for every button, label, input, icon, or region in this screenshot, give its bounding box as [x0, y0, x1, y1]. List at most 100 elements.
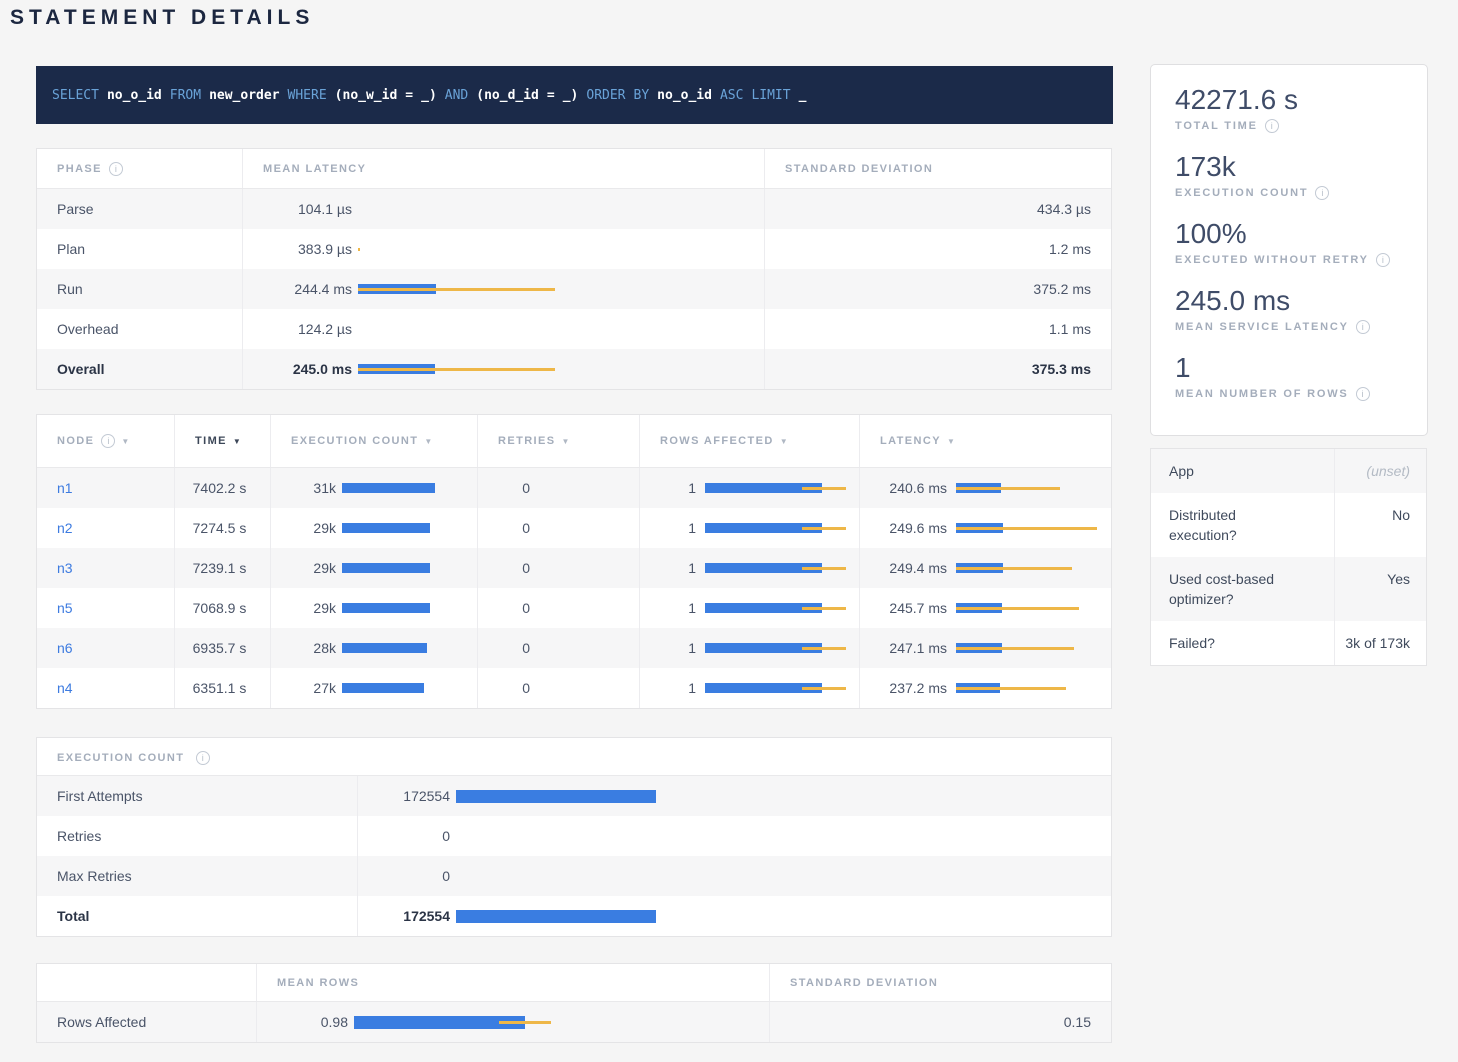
stddev-bar: [358, 368, 555, 371]
mean-latency-value: 383.9 µs: [263, 241, 352, 257]
bar-chart: [705, 643, 845, 653]
execution-count-label: First Attempts: [37, 776, 357, 816]
info-icon[interactable]: i: [1376, 253, 1390, 267]
info-icon[interactable]: i: [196, 751, 210, 765]
exec-count-value: 27k: [275, 680, 336, 696]
node-link[interactable]: n3: [57, 560, 73, 576]
info-icon[interactable]: i: [101, 434, 115, 448]
sort-arrow-icon[interactable]: ▼: [561, 437, 569, 446]
phase-stddev-value: 375.2 ms: [764, 269, 1111, 309]
summary-card: 42271.6 sTOTAL TIMEi173kEXECUTION COUNTi…: [1150, 64, 1428, 436]
phase-mean-latency-cell: 104.1 µs: [242, 189, 764, 229]
info-icon[interactable]: i: [1315, 186, 1329, 200]
execution-count-value-cell: 0: [357, 816, 1111, 856]
node-exec-count-cell: 28k: [270, 628, 477, 668]
rows-affected-value: 1: [640, 520, 696, 536]
stddev-bar: [956, 487, 1060, 490]
standard-deviation-column-header: STANDARD DEVIATION: [769, 964, 1111, 1001]
summary-value: 173k: [1175, 152, 1427, 182]
summary-value: 245.0 ms: [1175, 286, 1427, 316]
exec-count-value: 29k: [275, 600, 336, 616]
stddev-bar: [499, 1021, 551, 1024]
bar-chart: [456, 790, 1097, 803]
info-icon[interactable]: i: [1265, 119, 1279, 133]
mean-latency-column-header: MEAN LATENCY: [242, 149, 764, 188]
sort-arrow-icon[interactable]: ▼: [121, 437, 129, 446]
phase-row: Plan 383.9 µs 1.2 ms: [37, 229, 1111, 269]
latency-value: 249.4 ms: [860, 560, 947, 576]
node-row: n27274.5 s29k01249.6 ms: [37, 508, 1111, 548]
mean-bar: [342, 523, 430, 533]
phase-stddev-value: 1.2 ms: [764, 229, 1111, 269]
node-link[interactable]: n4: [57, 680, 73, 696]
info-icon[interactable]: i: [1356, 320, 1370, 334]
bar-chart: [705, 603, 845, 613]
sort-arrow-icon[interactable]: ▼: [424, 437, 432, 446]
node-link[interactable]: n6: [57, 640, 73, 656]
summary-label: MEAN SERVICE LATENCYi: [1175, 320, 1427, 334]
node-exec-count-cell: 29k: [270, 588, 477, 628]
node-latency-cell: 249.6 ms: [859, 508, 1111, 548]
node-column-header[interactable]: NODE i ▼: [37, 415, 174, 467]
phase-mean-latency-cell: 124.2 µs: [242, 309, 764, 349]
sql-token: SELECT: [52, 88, 99, 103]
latency-column-header[interactable]: LATENCY ▼: [859, 415, 1111, 467]
phase-table-header: PHASE i MEAN LATENCY STANDARD DEVIATION: [37, 149, 1111, 189]
bar-chart: [342, 563, 463, 573]
bar-chart: [358, 324, 750, 334]
node-link[interactable]: n5: [57, 600, 73, 616]
node-rows-affected-cell: 1: [639, 468, 859, 508]
execution-count-label: Max Retries: [37, 856, 357, 896]
bar-chart: [956, 603, 1097, 613]
mean-latency-value: 245.0 ms: [263, 361, 352, 377]
time-column-header[interactable]: TIME ▼: [174, 415, 270, 467]
rows-affected-table: MEAN ROWS STANDARD DEVIATION Rows Affect…: [36, 963, 1112, 1043]
sort-arrow-icon[interactable]: ▼: [233, 437, 241, 446]
node-retries-value: 0: [477, 668, 639, 708]
node-retries-value: 0: [477, 548, 639, 588]
mean-latency-value: 104.1 µs: [263, 201, 352, 217]
attribute-label: App: [1151, 449, 1291, 493]
stddev-bar: [802, 487, 846, 490]
node-link[interactable]: n1: [57, 480, 73, 496]
phase-mean-latency-cell: 245.0 ms: [242, 349, 764, 389]
retries-column-header[interactable]: RETRIES ▼: [477, 415, 639, 467]
latency-value: 237.2 ms: [860, 680, 947, 696]
execution-count-column-header[interactable]: EXECUTION COUNT ▼: [270, 415, 477, 467]
info-icon[interactable]: i: [1356, 387, 1370, 401]
node-link[interactable]: n2: [57, 520, 73, 536]
rows-affected-column-header[interactable]: ROWS AFFECTED ▼: [639, 415, 859, 467]
bar-chart: [354, 1016, 755, 1029]
node-retries-value: 0: [477, 508, 639, 548]
sql-token: =: [547, 88, 555, 103]
mean-rows-value: 0.98: [265, 1014, 348, 1030]
attribute-value: Yes: [1334, 557, 1426, 621]
node-row: n17402.2 s31k01240.6 ms: [37, 468, 1111, 508]
standard-deviation-column-header: STANDARD DEVIATION: [764, 149, 1111, 188]
retries-value: 0: [478, 520, 530, 536]
phase-stddev-value: 1.1 ms: [764, 309, 1111, 349]
stddev-bar: [802, 527, 846, 530]
sql-token: WHERE: [288, 88, 327, 103]
node-rows-affected-cell: 1: [639, 548, 859, 588]
execution-count-table-header: EXECUTION COUNT i: [37, 738, 1111, 776]
phase-label: Run: [37, 269, 242, 309]
summary-item: 1MEAN NUMBER OF ROWSi: [1175, 353, 1427, 401]
node-row: n66935.7 s28k01247.1 ms: [37, 628, 1111, 668]
mean-bar: [342, 643, 427, 653]
mean-rows-column-header: MEAN ROWS: [256, 964, 769, 1001]
stddev-bar: [956, 607, 1079, 610]
sort-arrow-icon[interactable]: ▼: [780, 437, 788, 446]
summary-label: TOTAL TIMEi: [1175, 119, 1427, 133]
rows-affected-value: 1: [640, 640, 696, 656]
sort-arrow-icon[interactable]: ▼: [947, 437, 955, 446]
phase-label: Parse: [37, 189, 242, 229]
info-icon[interactable]: i: [109, 162, 123, 176]
page-title: STATEMENT DETAILS: [10, 6, 314, 30]
attribute-row: App(unset): [1151, 449, 1426, 493]
node-row: n37239.1 s29k01249.4 ms: [37, 548, 1111, 588]
phase-label: Plan: [37, 229, 242, 269]
node-table-header: NODE i ▼ TIME ▼ EXECUTION COUNT ▼ RETRIE…: [37, 415, 1111, 468]
summary-item: 100%EXECUTED WITHOUT RETRYi: [1175, 219, 1427, 267]
exec-count-value: 29k: [275, 560, 336, 576]
